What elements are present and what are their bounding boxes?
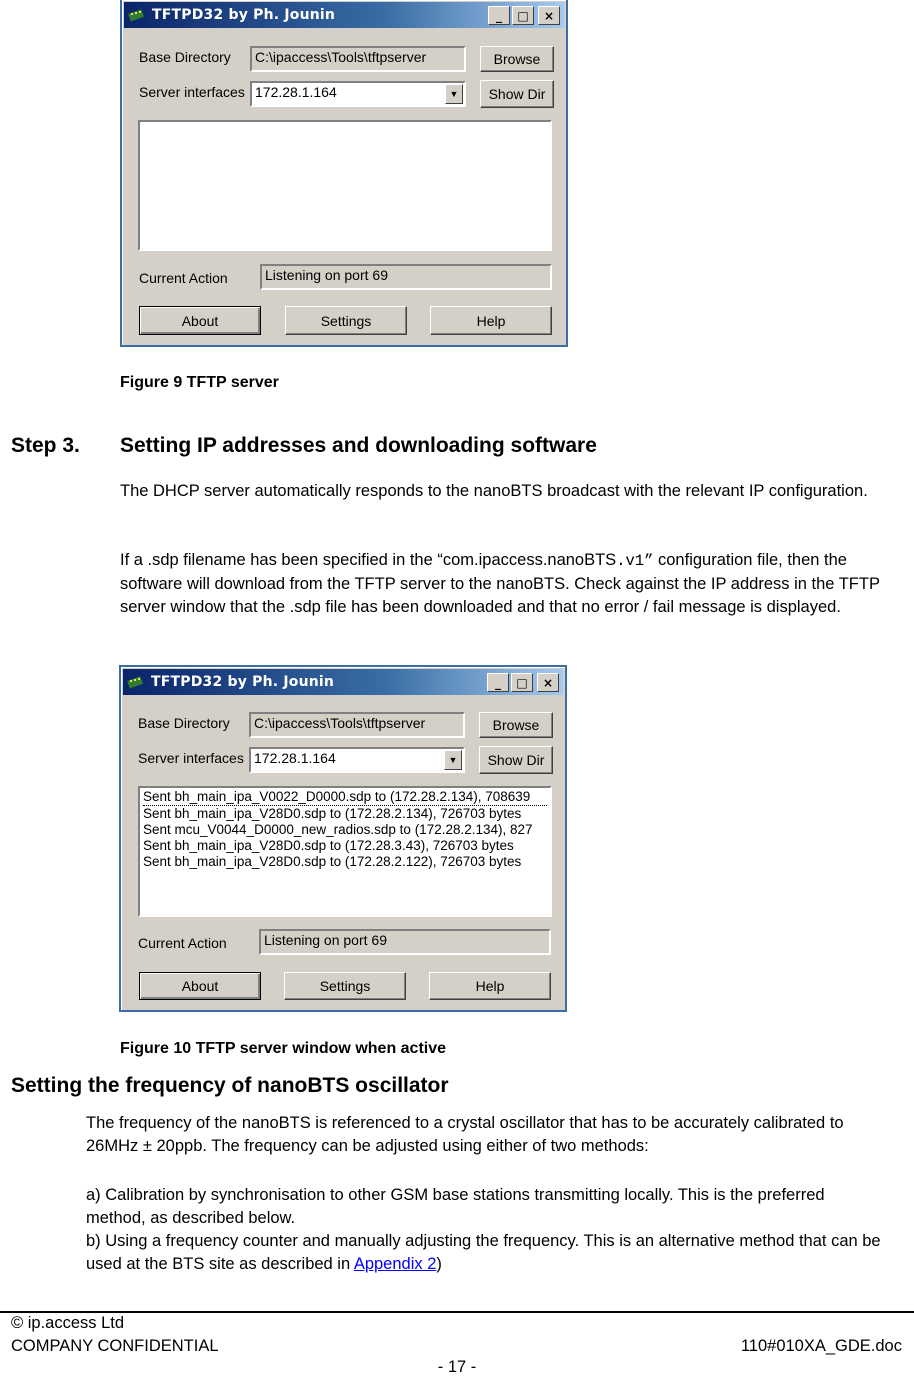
close-icon: × [542,675,554,690]
maximize-icon: □ [517,8,529,23]
footer-divider [0,1311,914,1313]
current-action-field: Listening on port 69 [259,929,551,955]
maximize-button[interactable]: □ [512,6,534,25]
close-button[interactable]: × [538,6,560,25]
about-button[interactable]: About [139,306,261,335]
current-action-label: Current Action [139,270,228,286]
close-button[interactable]: × [537,673,559,692]
step-title: Setting IP addresses and downloading sof… [120,434,597,457]
server-interfaces-select[interactable]: 172.28.1.164 ▼ [249,747,465,773]
section-heading: Setting the frequency of nanoBTS oscilla… [11,1074,449,1097]
log-entry[interactable]: Sent bh_main_ipa_V0022_D0000.sdp to (172… [143,789,547,806]
maximize-icon: □ [516,675,528,690]
title-bar[interactable]: TFTPD32 by Ph. Jounin _ □ × [124,2,564,28]
base-directory-field[interactable]: C:\ipaccess\Tools\tftpserver [249,712,465,738]
window-title: TFTPD32 by Ph. Jounin [152,7,336,23]
para2-text-start: If a .sdp filename has been specified in… [120,551,617,569]
server-interfaces-select[interactable]: 172.28.1.164 ▼ [250,81,466,107]
para2-filename-suffix: .v1” [616,552,654,570]
page-number: - 17 - [437,1358,477,1376]
chevron-down-icon[interactable]: ▼ [444,750,462,770]
transfer-log[interactable] [138,120,552,251]
title-bar[interactable]: TFTPD32 by Ph. Jounin _ □ × [123,669,563,695]
help-button[interactable]: Help [430,306,552,335]
server-interfaces-value: 172.28.1.164 [254,750,336,766]
server-interfaces-label: Server interfaces [138,750,244,766]
app-icon [128,9,145,22]
app-icon [127,676,144,689]
method-b-text: b) Using a frequency counter and manuall… [86,1232,881,1273]
tftpd32-dialog-active: TFTPD32 by Ph. Jounin _ □ × Base Directo… [119,665,567,1012]
window-title: TFTPD32 by Ph. Jounin [151,674,335,690]
method-b: b) Using a frequency counter and manuall… [86,1230,886,1276]
base-directory-field[interactable]: C:\ipaccess\Tools\tftpserver [250,46,466,72]
base-directory-label: Base Directory [139,49,231,65]
minimize-icon: _ [496,8,502,23]
maximize-button[interactable]: □ [511,673,533,692]
figure-10-caption: Figure 10 TFTP server window when active [120,1040,447,1057]
chevron-down-icon[interactable]: ▼ [445,84,463,104]
current-action-field: Listening on port 69 [260,264,552,290]
minimize-icon: _ [495,675,501,690]
minimize-button[interactable]: _ [487,673,509,692]
transfer-log[interactable]: Sent bh_main_ipa_V0022_D0000.sdp to (172… [138,786,552,917]
step3-paragraph-1: The DHCP server automatically responds t… [120,482,868,500]
footer-confidential: COMPANY CONFIDENTIAL [11,1337,219,1355]
show-dir-button[interactable]: Show Dir [479,746,553,774]
help-button[interactable]: Help [429,972,551,1000]
footer-doc-id: 110#010XA_GDE.doc [740,1337,902,1355]
method-b-close: ) [436,1255,442,1273]
appendix-2-link[interactable]: Appendix 2 [354,1255,437,1273]
show-dir-button[interactable]: Show Dir [480,80,554,108]
settings-button[interactable]: Settings [285,306,407,335]
close-icon: × [543,8,555,23]
log-entry[interactable]: Sent mcu_V0044_D0000_new_radios.sdp to (… [143,822,547,838]
oscillator-paragraph: The frequency of the nanoBTS is referenc… [86,1114,844,1155]
log-entry[interactable]: Sent bh_main_ipa_V28D0.sdp to (172.28.3.… [143,838,547,854]
browse-button[interactable]: Browse [480,46,554,72]
method-a: a) Calibration by synchronisation to oth… [86,1186,825,1227]
minimize-button[interactable]: _ [488,6,510,25]
figure-9-caption: Figure 9 TFTP server [120,374,279,391]
browse-button[interactable]: Browse [479,712,553,738]
step-number: Step 3. [11,434,80,457]
step3-paragraph-2: If a .sdp filename has been specified in… [120,549,880,619]
settings-button[interactable]: Settings [284,972,406,1000]
tftpd32-dialog-idle: TFTPD32 by Ph. Jounin _ □ × Base Directo… [120,0,568,347]
base-directory-label: Base Directory [138,715,230,731]
log-entry[interactable]: Sent bh_main_ipa_V28D0.sdp to (172.28.2.… [143,854,547,870]
current-action-label: Current Action [138,935,227,951]
server-interfaces-label: Server interfaces [139,84,245,100]
footer-copyright: © ip.access Ltd [11,1314,125,1332]
server-interfaces-value: 172.28.1.164 [255,84,337,100]
about-button[interactable]: About [139,972,261,1000]
log-entry[interactable]: Sent bh_main_ipa_V28D0.sdp to (172.28.2.… [143,806,547,822]
